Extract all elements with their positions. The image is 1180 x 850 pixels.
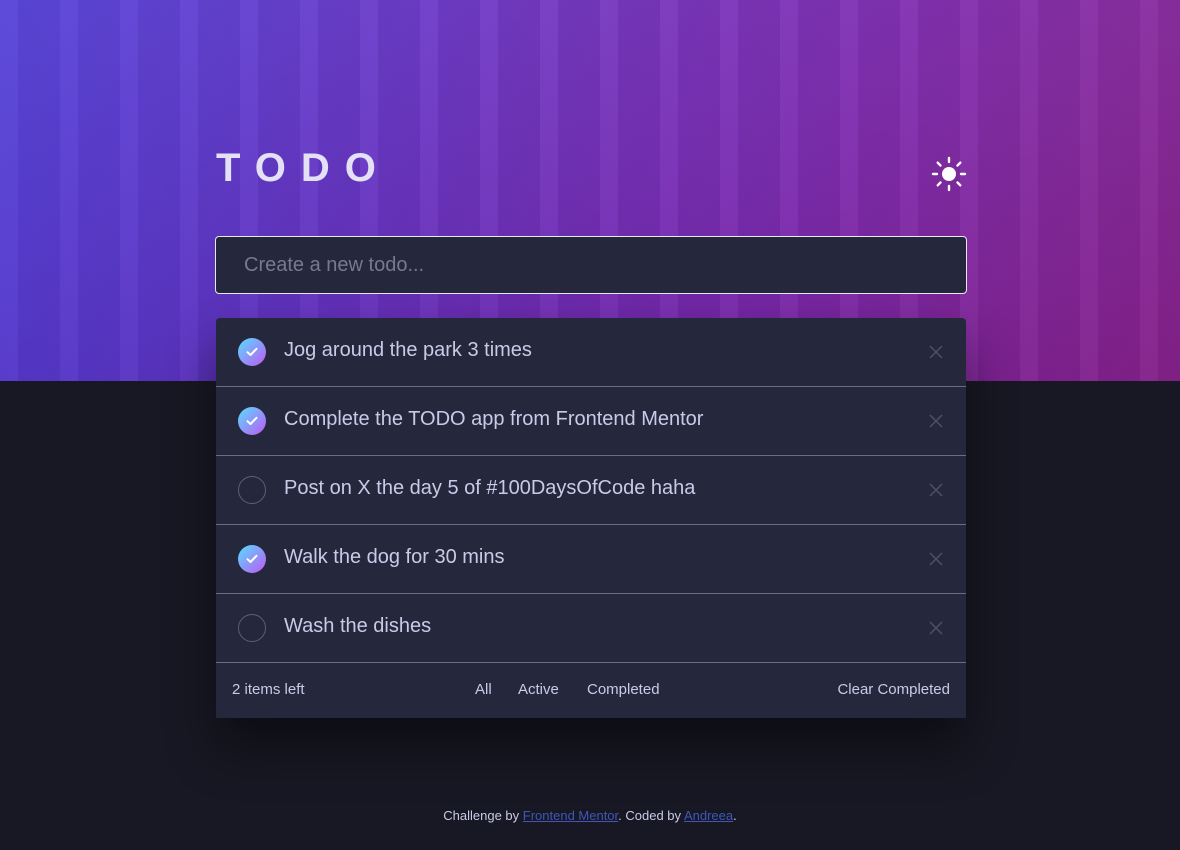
close-icon [929, 414, 943, 428]
delete-todo-button[interactable] [926, 618, 946, 638]
delete-todo-button[interactable] [926, 411, 946, 431]
todo-item[interactable]: Jog around the park 3 times [216, 318, 966, 387]
clear-completed-button[interactable]: Clear Completed [837, 681, 950, 698]
todo-items: Jog around the park 3 times Complete the … [216, 318, 966, 663]
delete-todo-button[interactable] [926, 480, 946, 500]
todo-checkbox[interactable] [238, 476, 266, 504]
close-icon [929, 345, 943, 359]
todo-checkbox[interactable] [238, 614, 266, 642]
todo-checkbox[interactable] [238, 545, 266, 573]
todo-text: Jog around the park 3 times [284, 339, 532, 361]
todo-item[interactable]: Post on X the day 5 of #100DaysOfCode ha… [216, 456, 966, 525]
check-icon [246, 554, 258, 563]
sun-icon [931, 156, 967, 192]
theme-toggle-button[interactable] [930, 155, 968, 193]
todo-text: Complete the TODO app from Frontend Ment… [284, 408, 704, 430]
attribution-suffix: . [733, 808, 737, 823]
todo-item[interactable]: Walk the dog for 30 mins [216, 525, 966, 594]
app-title: TODO [216, 146, 391, 190]
todo-checkbox[interactable] [238, 407, 266, 435]
list-footer: 2 items left All Active Completed Clear … [216, 663, 966, 718]
author-link[interactable]: Andreea [684, 808, 733, 823]
close-icon [929, 552, 943, 566]
todo-list: Jog around the park 3 times Complete the … [216, 318, 966, 718]
filter-all[interactable]: All [475, 681, 492, 698]
new-todo-input[interactable] [215, 236, 967, 294]
frontend-mentor-link[interactable]: Frontend Mentor [523, 808, 618, 823]
delete-todo-button[interactable] [926, 549, 946, 569]
todo-text: Wash the dishes [284, 615, 432, 637]
items-left-count: 2 items left [232, 681, 305, 698]
attribution-prefix: Challenge by [443, 808, 523, 823]
filter-active[interactable]: Active [518, 681, 559, 698]
filter-completed[interactable]: Completed [587, 681, 660, 698]
attribution-middle: . Coded by [618, 808, 684, 823]
todo-text: Walk the dog for 30 mins [284, 546, 505, 568]
todo-text: Post on X the day 5 of #100DaysOfCode ha… [284, 477, 696, 499]
attribution: Challenge by Frontend Mentor. Coded by A… [0, 808, 1180, 823]
check-icon [246, 347, 258, 356]
delete-todo-button[interactable] [926, 342, 946, 362]
todo-checkbox[interactable] [238, 338, 266, 366]
todo-item[interactable]: Wash the dishes [216, 594, 966, 663]
todo-item[interactable]: Complete the TODO app from Frontend Ment… [216, 387, 966, 456]
close-icon [929, 621, 943, 635]
check-icon [246, 416, 258, 425]
close-icon [929, 483, 943, 497]
